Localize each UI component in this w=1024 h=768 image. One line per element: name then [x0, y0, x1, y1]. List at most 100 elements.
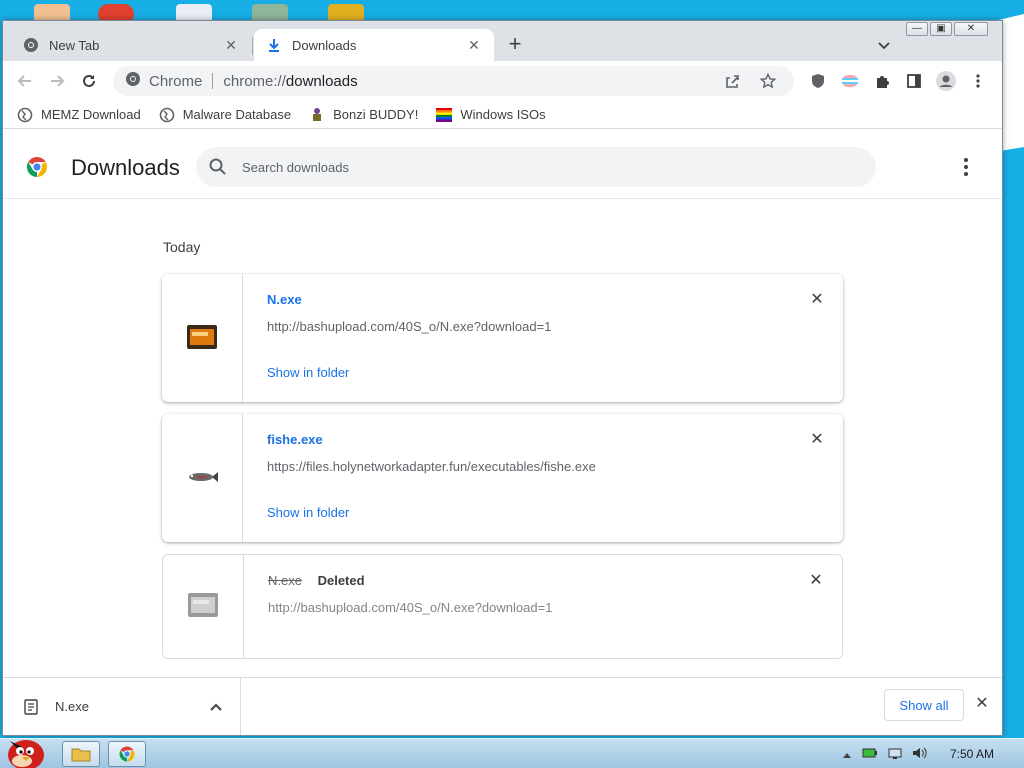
- back-button[interactable]: [11, 67, 39, 95]
- search-input[interactable]: [242, 159, 842, 175]
- more-menu-icon[interactable]: [964, 67, 992, 95]
- reload-button[interactable]: [75, 67, 103, 95]
- close-icon[interactable]: ✕: [466, 37, 482, 53]
- bookmark-bonzi-buddy[interactable]: Bonzi BUDDY!: [309, 107, 418, 123]
- address-bar[interactable]: Chrome chrome:// downloads: [113, 66, 794, 96]
- exe-file-icon: [186, 323, 218, 354]
- date-heading: Today: [163, 239, 201, 255]
- bookmark-label: Malware Database: [182, 107, 292, 122]
- chevron-up-icon[interactable]: [206, 697, 226, 717]
- bookmark-label: Windows ISOs: [460, 107, 546, 122]
- download-details: N.exe http://bashupload.com/40S_o/N.exe?…: [243, 274, 843, 402]
- clock[interactable]: 7:50 AM: [950, 747, 994, 761]
- show-all-button[interactable]: Show all: [884, 689, 964, 721]
- tab-title: Downloads: [292, 37, 357, 53]
- rainbow-flag-icon: [436, 107, 453, 123]
- bonzi-icon: [309, 107, 325, 123]
- download-item-deleted: N.exe Deleted http://bashupload.com/40S_…: [162, 554, 843, 659]
- tab-new-tab[interactable]: New Tab ✕: [11, 29, 251, 61]
- bookmark-label: MEMZ Download: [41, 107, 141, 122]
- exe-file-icon: [187, 591, 219, 622]
- chrome-icon: [125, 71, 141, 91]
- omnibox-chip: Chrome: [149, 72, 203, 90]
- ublock-icon[interactable]: [804, 67, 832, 95]
- url-host: downloads: [285, 72, 358, 90]
- globe-icon: [159, 107, 175, 123]
- tab-title: New Tab: [49, 37, 100, 53]
- file-icon-column: [162, 274, 243, 402]
- remove-item-close-icon[interactable]: ✕: [808, 573, 824, 589]
- show-in-folder-link[interactable]: Show in folder: [267, 505, 349, 520]
- search-icon: [208, 157, 228, 177]
- tab-downloads[interactable]: Downloads ✕: [254, 29, 494, 61]
- omnibox-actions: [718, 67, 794, 95]
- download-item: fishe.exe https://files.holynetworkadapt…: [162, 414, 843, 542]
- extension-flag-icon[interactable]: [836, 67, 864, 95]
- forward-button[interactable]: [43, 67, 71, 95]
- volume-icon[interactable]: [912, 746, 928, 763]
- remove-item-close-icon[interactable]: ✕: [809, 292, 825, 308]
- download-details: fishe.exe https://files.holynetworkadapt…: [243, 414, 843, 542]
- bookmark-windows-isos[interactable]: Windows ISOs: [436, 107, 546, 123]
- url-scheme: chrome://: [223, 72, 286, 90]
- file-icon-column: [163, 555, 244, 658]
- profile-avatar-icon[interactable]: [932, 67, 960, 95]
- close-shelf-icon[interactable]: ✕: [974, 696, 990, 712]
- star-icon[interactable]: [754, 67, 782, 95]
- tab-separator: [252, 37, 253, 55]
- downloads-menu-icon[interactable]: [956, 155, 976, 179]
- taskbar-chrome-button[interactable]: [108, 741, 146, 767]
- remove-item-close-icon[interactable]: ✕: [809, 432, 825, 448]
- tray-expand-icon[interactable]: [842, 747, 852, 762]
- extensions-area: [804, 67, 992, 95]
- toolbar: Chrome chrome:// downloads: [3, 61, 1002, 101]
- file-name-link[interactable]: fishe.exe: [267, 432, 819, 447]
- system-tray: 7:50 AM: [842, 739, 1024, 768]
- page-title: Downloads: [71, 155, 180, 180]
- tab-strip: — ▣ ✕ New Tab ✕ Downloads ✕ +: [3, 21, 1002, 61]
- browser-window: — ▣ ✕ New Tab ✕ Downloads ✕ + Chrome chr…: [2, 20, 1003, 736]
- chrome-logo-icon: [25, 155, 49, 179]
- chrome-icon: [23, 37, 39, 53]
- bookmark-memz-download[interactable]: MEMZ Download: [17, 107, 141, 123]
- window-close-button[interactable]: ✕: [954, 22, 988, 36]
- taskbar: 7:50 AM: [0, 738, 1024, 768]
- exe-file-icon: [23, 698, 41, 716]
- file-name-deleted: N.exe: [268, 573, 302, 588]
- bookmark-malware-database[interactable]: Malware Database: [159, 107, 291, 123]
- side-panel-icon[interactable]: [900, 67, 928, 95]
- start-button[interactable]: [2, 731, 50, 768]
- globe-icon: [17, 107, 33, 123]
- battery-icon[interactable]: [862, 747, 878, 762]
- download-icon: [266, 37, 282, 53]
- shelf-file-name: N.exe: [55, 699, 89, 714]
- tab-search-chevron-icon[interactable]: [876, 37, 892, 53]
- share-icon[interactable]: [718, 67, 746, 95]
- close-icon[interactable]: ✕: [223, 37, 239, 53]
- network-icon[interactable]: [888, 746, 902, 763]
- maximize-button[interactable]: ▣: [930, 22, 952, 36]
- minimize-button[interactable]: —: [906, 22, 928, 36]
- status-badge: Deleted: [317, 573, 365, 588]
- window-controls: — ▣ ✕: [906, 22, 988, 36]
- file-name-link[interactable]: N.exe: [267, 292, 819, 307]
- bookmarks-bar: MEMZ Download Malware Database Bonzi BUD…: [3, 101, 1002, 129]
- bookmark-label: Bonzi BUDDY!: [333, 107, 419, 122]
- downloads-page: Downloads Today N.exe http://bashupload.…: [3, 129, 1002, 677]
- download-shelf: N.exe Show all ✕: [3, 677, 1002, 735]
- file-url-link[interactable]: https://files.holynetworkadapter.fun/exe…: [267, 459, 819, 474]
- new-tab-button[interactable]: +: [503, 33, 527, 57]
- fish-file-icon: [185, 470, 219, 487]
- show-in-folder-link[interactable]: Show in folder: [267, 365, 349, 380]
- puzzle-icon[interactable]: [868, 67, 896, 95]
- shelf-download-item[interactable]: N.exe: [3, 677, 241, 735]
- taskbar-explorer-button[interactable]: [62, 741, 100, 767]
- download-details: N.exe Deleted http://bashupload.com/40S_…: [244, 555, 842, 658]
- file-url-link[interactable]: http://bashupload.com/40S_o/N.exe?downlo…: [267, 319, 819, 334]
- downloads-header: Downloads: [3, 129, 1002, 199]
- file-icon-column: [162, 414, 243, 542]
- download-item: N.exe http://bashupload.com/40S_o/N.exe?…: [162, 274, 843, 402]
- search-box[interactable]: [196, 147, 876, 187]
- file-url: http://bashupload.com/40S_o/N.exe?downlo…: [268, 600, 553, 615]
- omnibox-separator: [212, 73, 214, 89]
